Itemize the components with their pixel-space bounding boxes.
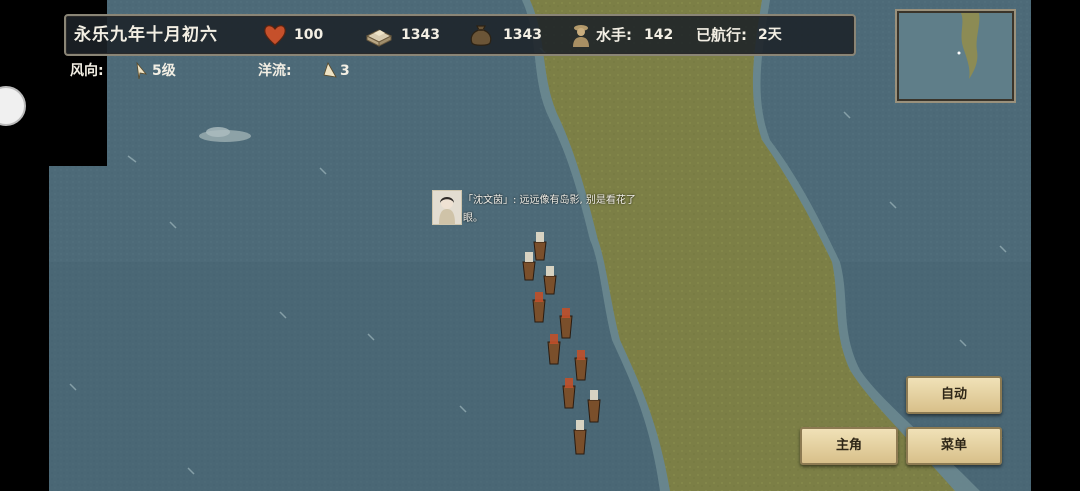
gold-value: 1343 <box>503 27 542 43</box>
current-label: 洋流: <box>258 63 292 79</box>
wind-arrow-icon <box>136 62 147 80</box>
current-value: 3 <box>340 63 350 79</box>
protagonist-button[interactable]: 主角 <box>800 427 898 465</box>
sailor-icon <box>573 25 589 47</box>
sailed-days-value: 2天 <box>758 27 782 43</box>
menu-button[interactable]: 菜单 <box>906 427 1002 465</box>
money-bag-icon <box>470 25 492 46</box>
game-date: 永乐九年十月初六 <box>74 25 218 45</box>
crate-icon <box>365 29 393 47</box>
left-black-strip <box>0 166 49 491</box>
heart-icon <box>264 25 286 46</box>
character-portrait <box>432 190 462 225</box>
health-value: 100 <box>294 27 324 43</box>
sailors-label: 水手: <box>596 26 632 44</box>
wind-label: 风向: <box>70 63 104 79</box>
supplies-value: 1343 <box>401 27 440 43</box>
current-arrow-icon <box>323 62 337 78</box>
wind-value: 5级 <box>152 63 176 79</box>
minimap[interactable] <box>897 11 1014 101</box>
sailed-label: 已航行: <box>696 26 747 44</box>
sailors-value: 142 <box>644 27 674 43</box>
auto-button[interactable]: 自动 <box>906 376 1002 414</box>
status-bar: 永乐九年十月初六 100 1343 1343 水手: 142 已航行: 2天 <box>64 14 856 56</box>
right-black-strip <box>1031 0 1080 491</box>
minimap-view <box>899 13 1012 99</box>
dialog-text: 「沈文茵」: 远远像有岛影, 别是看花了眼。 <box>463 195 636 224</box>
